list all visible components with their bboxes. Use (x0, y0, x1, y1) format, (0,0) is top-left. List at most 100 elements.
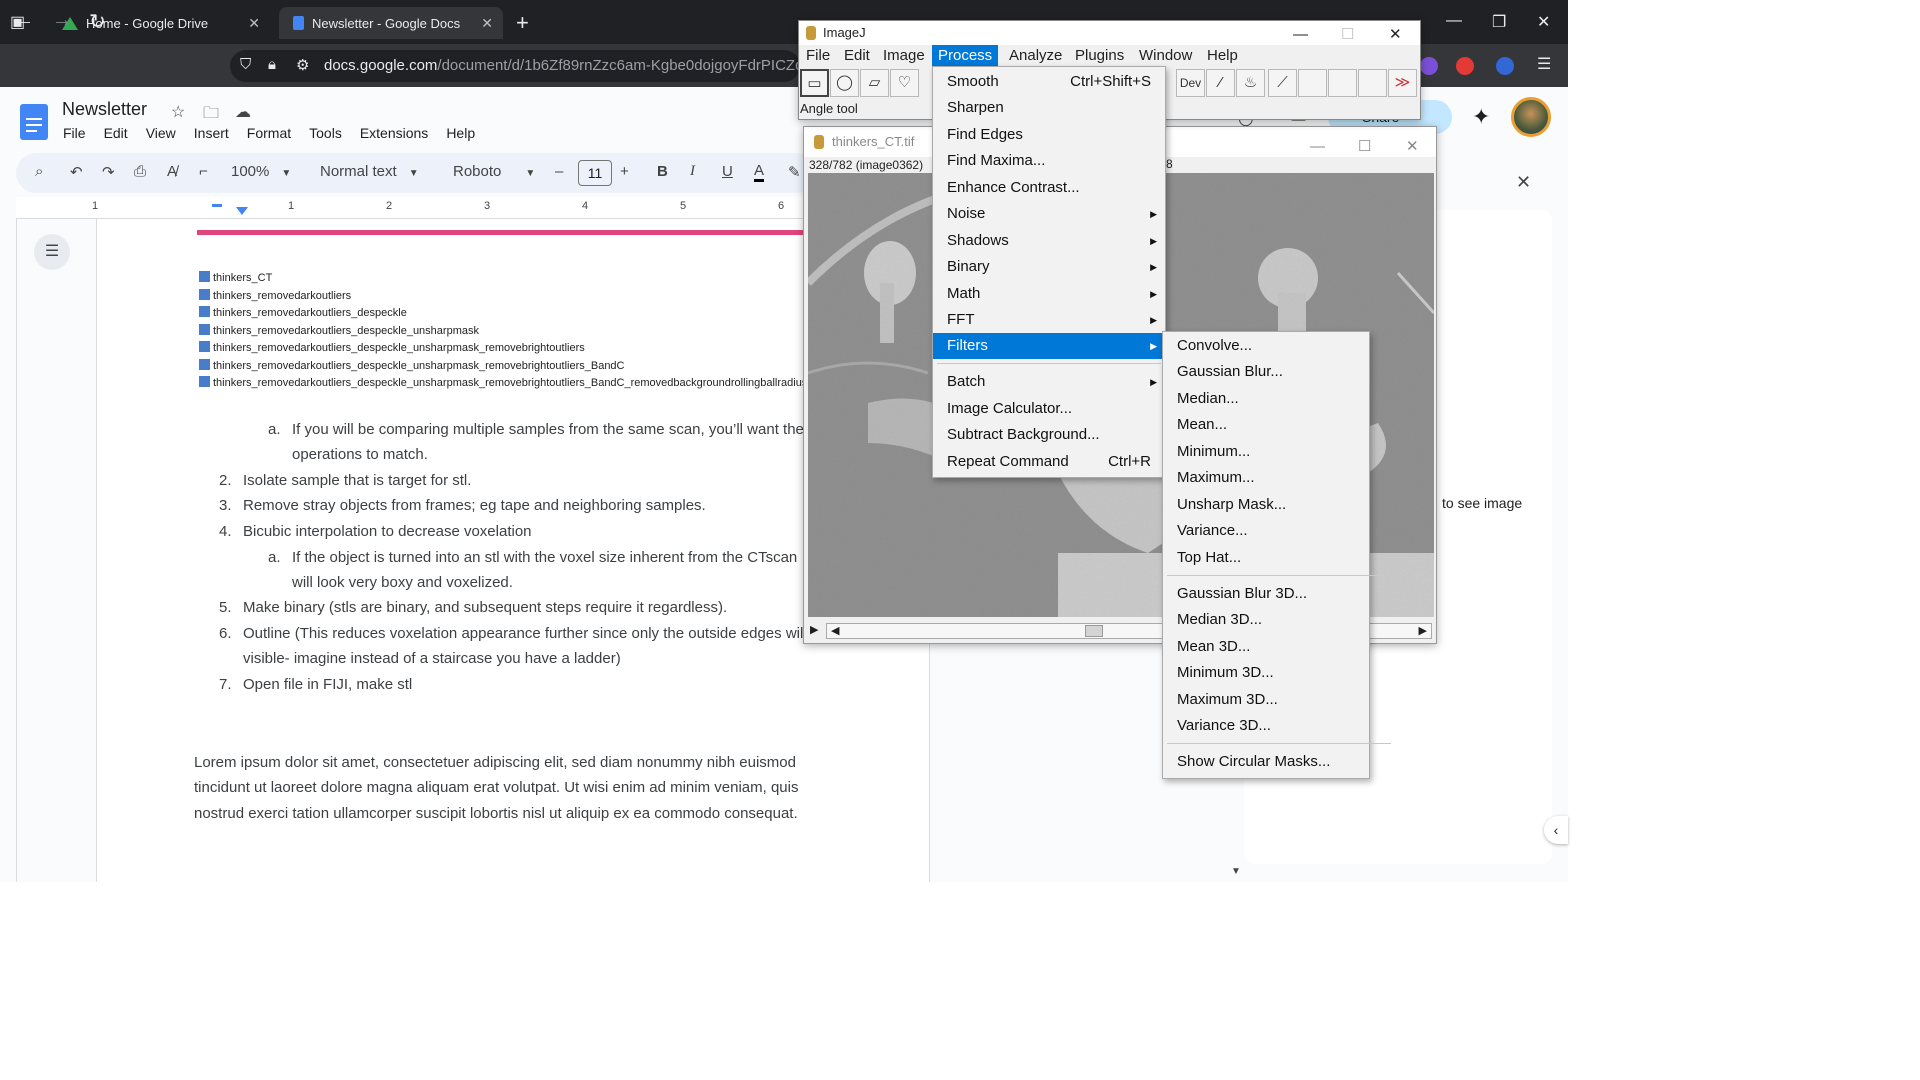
ij-menu-plugins[interactable]: Plugins (1075, 47, 1124, 64)
menu-item-variance[interactable]: Variance... (1163, 518, 1369, 544)
close-icon[interactable]: ✕ (1389, 23, 1402, 47)
menu-item-maximum[interactable]: Maximum... (1163, 465, 1369, 491)
reload-icon[interactable]: ↻ (89, 9, 106, 34)
minimize-icon[interactable]: — (1446, 12, 1462, 30)
flood-fill-tool-icon[interactable]: ♨ (1236, 69, 1265, 97)
brush-tool-icon[interactable]: ⁄ (1206, 69, 1235, 97)
file-link[interactable]: thinkers_removedarkoutliers_despeckle_un… (199, 376, 803, 389)
youtube-extension-icon[interactable] (1456, 57, 1474, 75)
menu-item-mean[interactable]: Mean... (1163, 412, 1369, 438)
ij-menu-edit[interactable]: Edit (844, 47, 870, 64)
menu-item-maximum-3d[interactable]: Maximum 3D... (1163, 687, 1369, 713)
ij-menu-window[interactable]: Window (1139, 47, 1192, 64)
menu-item-filters[interactable]: Filters ▶ (933, 333, 1165, 359)
file-link[interactable]: thinkers_removedarkoutliers_despeckle_un… (199, 324, 479, 337)
address-bar[interactable]: docs.google.com/document/d/1b6Zf89rnZzc6… (230, 50, 800, 82)
menu-item-minimum-3d[interactable]: Minimum 3D... (1163, 660, 1369, 686)
bold-button[interactable]: B (657, 163, 668, 180)
menu-item-repeat-command[interactable]: Repeat Command Ctrl+R (933, 449, 1165, 475)
left-indent-handle[interactable] (236, 207, 248, 215)
file-link[interactable]: thinkers_removedarkoutliers (199, 289, 351, 302)
cloud-saved-icon[interactable]: ☁ (235, 102, 251, 122)
increase-font-size-icon[interactable]: + (620, 163, 629, 180)
menu-item-gaussian-blur-3d[interactable]: Gaussian Blur 3D... (1163, 581, 1369, 607)
close-icon[interactable]: ✕ (1516, 172, 1531, 193)
highlight-icon[interactable]: ✎ (788, 163, 801, 181)
gemini-icon[interactable]: ✦ (1472, 104, 1490, 130)
first-line-indent-handle[interactable] (212, 204, 222, 207)
menu-item-subtract-background[interactable]: Subtract Background... (933, 422, 1165, 448)
menu-item-variance-3d[interactable]: Variance 3D... (1163, 713, 1369, 739)
site-settings-icon[interactable]: ⚙ (296, 56, 309, 74)
extension-icon[interactable] (1420, 57, 1438, 75)
chevron-left-icon[interactable]: ‹ (1544, 816, 1568, 844)
decrease-font-size-icon[interactable]: – (555, 163, 563, 180)
scroll-down-icon[interactable]: ▼ (1231, 866, 1241, 877)
zoom-select[interactable]: 100% ▼ (231, 163, 291, 180)
italic-button[interactable]: I (690, 163, 695, 180)
close-icon[interactable]: ✕ (481, 15, 493, 32)
document-outline-icon[interactable]: ☰ (34, 234, 70, 270)
font-select[interactable]: Roboto ▼ (453, 163, 535, 180)
developer-menu-button[interactable]: Dev (1176, 69, 1205, 97)
close-icon[interactable]: ✕ (248, 15, 260, 32)
menu-item-noise[interactable]: Noise ▶ (933, 201, 1165, 227)
menu-format[interactable]: Format (247, 125, 291, 141)
imagej-titlebar[interactable]: ImageJ — ☐ ✕ (799, 21, 1420, 45)
forward-icon[interactable]: → (52, 9, 72, 32)
menu-item-smooth[interactable]: Smooth Ctrl+Shift+S (933, 69, 1165, 95)
menu-item-shadows[interactable]: Shadows ▶ (933, 228, 1165, 254)
font-size-input[interactable]: 11 (578, 160, 612, 186)
scrollbar-thumb[interactable] (1085, 625, 1103, 637)
oval-tool-icon[interactable]: ◯ (830, 69, 859, 97)
close-window-icon[interactable]: ✕ (1537, 12, 1550, 32)
freehand-tool-icon[interactable]: ♡ (890, 69, 919, 97)
menu-item-median[interactable]: Median... (1163, 386, 1369, 412)
empty-tool-slot[interactable] (1298, 69, 1327, 97)
undo-icon[interactable]: ↶ (70, 163, 83, 181)
paint-format-icon[interactable]: ⌐ (199, 163, 208, 180)
menu-item-math[interactable]: Math ▶ (933, 281, 1165, 307)
menu-item-find-edges[interactable]: Find Edges (933, 122, 1165, 148)
menu-item-enhance-contrast[interactable]: Enhance Contrast... (933, 175, 1165, 201)
ij-menu-image[interactable]: Image (883, 47, 925, 64)
menu-insert[interactable]: Insert (194, 125, 229, 141)
minimize-icon[interactable]: — (1310, 132, 1325, 162)
maximize-icon[interactable]: ☐ (1341, 23, 1354, 47)
ij-menu-analyze[interactable]: Analyze (1009, 47, 1062, 64)
polygon-tool-icon[interactable]: ▱ (860, 69, 889, 97)
close-icon[interactable]: ✕ (1406, 132, 1419, 162)
dropper-tool-icon[interactable]: ⟋ (1268, 69, 1297, 97)
empty-tool-slot[interactable] (1358, 69, 1387, 97)
play-icon[interactable]: ▶ (810, 623, 818, 636)
ij-menu-help[interactable]: Help (1207, 47, 1238, 64)
text-color-button[interactable]: A (754, 163, 765, 182)
redo-icon[interactable]: ↷ (102, 163, 115, 181)
menu-item-batch[interactable]: Batch ▶ (933, 369, 1165, 395)
file-link[interactable]: thinkers_removedarkoutliers_despeckle (199, 306, 407, 319)
extensions-menu-icon[interactable]: ☰ (1537, 54, 1551, 74)
ij-menu-file[interactable]: File (806, 47, 830, 64)
menu-item-show-circular-masks[interactable]: Show Circular Masks... (1163, 749, 1369, 775)
restore-icon[interactable]: ❐ (1492, 12, 1506, 32)
menu-item-image-calculator[interactable]: Image Calculator... (933, 396, 1165, 422)
menu-item-minimum[interactable]: Minimum... (1163, 439, 1369, 465)
scroll-left-icon[interactable]: ◀ (831, 624, 839, 637)
menu-item-unsharp-mask[interactable]: Unsharp Mask... (1163, 492, 1369, 518)
menu-item-top-hat[interactable]: Top Hat... (1163, 545, 1369, 571)
search-icon[interactable]: ⌕ (35, 163, 43, 180)
back-icon[interactable]: ← (14, 9, 34, 32)
menu-view[interactable]: View (146, 125, 176, 141)
print-icon[interactable]: ⎙ (134, 163, 146, 180)
menu-item-sharpen[interactable]: Sharpen (933, 95, 1165, 121)
style-select[interactable]: Normal text ▼ (320, 163, 419, 180)
minimize-icon[interactable]: — (1293, 23, 1308, 47)
shield-icon[interactable]: ⛉ (240, 56, 251, 73)
more-tools-icon[interactable]: ≫ (1388, 69, 1417, 97)
menu-extensions[interactable]: Extensions (360, 125, 428, 141)
menu-file[interactable]: File (63, 125, 86, 141)
avatar[interactable] (1511, 97, 1551, 137)
menu-item-mean-3d[interactable]: Mean 3D... (1163, 634, 1369, 660)
tab-google-docs[interactable]: Newsletter - Google Docs ✕ (279, 7, 503, 39)
menu-item-binary[interactable]: Binary ▶ (933, 254, 1165, 280)
